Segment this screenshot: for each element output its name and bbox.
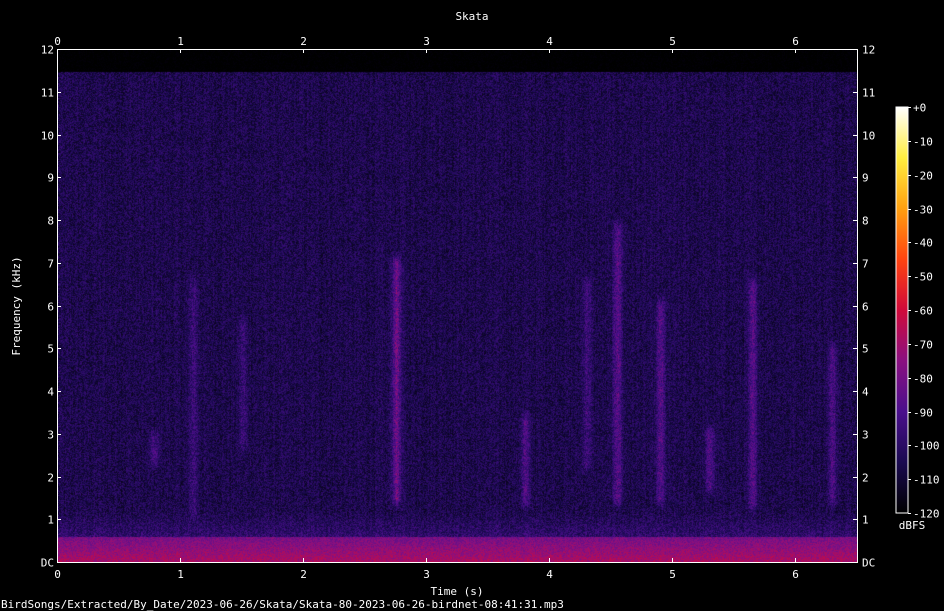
- y-tick-label-right-1: 1: [862, 514, 869, 527]
- y-tick-label-left-3: 3: [47, 429, 54, 442]
- spectrogram-chart: Skata 0123456 0123456 DC123456789101112 …: [1, 10, 940, 611]
- colorbar-tick-label-7: -70: [913, 339, 933, 352]
- footer-filepath: BirdSongs/Extracted/By_Date/2023-06-26/S…: [1, 598, 564, 611]
- y-tick-label-right-6: 6: [862, 301, 869, 314]
- y-tick-label-left-0: DC: [41, 557, 54, 570]
- colorbar-tick-label-5: -50: [913, 271, 933, 284]
- x-tick-label-bottom-5: 5: [669, 568, 676, 581]
- colorbar-tick-label-6: -60: [913, 305, 933, 318]
- x-tick-label-bottom-4: 4: [546, 568, 553, 581]
- y-tick-label-left-12: 12: [41, 44, 54, 57]
- colorbar-tick-label-4: -40: [913, 237, 933, 250]
- y-tick-label-left-2: 2: [47, 472, 54, 485]
- colorbar-ticks: +0-10-20-30-40-50-60-70-80-90-100-110-12…: [908, 102, 940, 521]
- y-tick-label-right-4: 4: [862, 386, 869, 399]
- chart-title: Skata: [455, 10, 488, 23]
- x-axis-label: Time (s): [431, 585, 484, 598]
- x-tick-label-top-3: 3: [423, 35, 430, 48]
- y-tick-label-right-12: 12: [862, 44, 875, 57]
- colorbar-tick-label-3: -30: [913, 204, 933, 217]
- spectrogram-image: [58, 50, 858, 563]
- colorbar: +0-10-20-30-40-50-60-70-80-90-100-110-12…: [895, 102, 940, 532]
- x-tick-label-top-6: 6: [792, 35, 799, 48]
- x-tick-label-bottom-6: 6: [792, 568, 799, 581]
- x-tick-label-bottom-3: 3: [423, 568, 430, 581]
- y-tick-label-right-5: 5: [862, 343, 869, 356]
- y-tick-label-right-7: 7: [862, 258, 869, 271]
- y-tick-label-left-1: 1: [47, 514, 54, 527]
- colorbar-tick-label-8: -80: [913, 373, 933, 386]
- colorbar-tick-label-2: -20: [913, 170, 933, 183]
- y-axis-label: Frequency (kHz): [10, 256, 23, 355]
- x-tick-label-bottom-0: 0: [54, 568, 61, 581]
- colorbar-tick-label-0: +0: [913, 102, 926, 115]
- y-tick-label-right-8: 8: [862, 215, 869, 228]
- y-tick-label-left-10: 10: [41, 130, 54, 143]
- y-tick-label-left-4: 4: [47, 386, 54, 399]
- x-tick-label-top-4: 4: [546, 35, 553, 48]
- colorbar-label: dBFS: [899, 519, 926, 532]
- colorbar-scale: [895, 106, 909, 514]
- y-tick-label-right-9: 9: [862, 172, 869, 185]
- x-tick-label-bottom-1: 1: [177, 568, 184, 581]
- y-tick-label-left-11: 11: [41, 87, 54, 100]
- y-tick-label-left-5: 5: [47, 343, 54, 356]
- x-tick-label-top-2: 2: [300, 35, 307, 48]
- y-tick-label-right-3: 3: [862, 429, 869, 442]
- y-tick-label-right-10: 10: [862, 130, 875, 143]
- y-tick-label-left-8: 8: [47, 215, 54, 228]
- colorbar-tick-label-10: -100: [913, 440, 940, 453]
- y-tick-label-left-9: 9: [47, 172, 54, 185]
- y-tick-label-right-2: 2: [862, 472, 869, 485]
- colorbar-tick-label-11: -110: [913, 474, 940, 487]
- colorbar-tick-label-9: -90: [913, 407, 933, 420]
- x-tick-label-top-1: 1: [177, 35, 184, 48]
- x-tick-label-bottom-2: 2: [300, 568, 307, 581]
- colorbar-tick-label-1: -10: [913, 136, 933, 149]
- spectrogram-plot-area: [57, 49, 858, 563]
- y-tick-label-left-6: 6: [47, 301, 54, 314]
- x-tick-label-top-0: 0: [54, 35, 61, 48]
- y-tick-label-right-11: 11: [862, 87, 875, 100]
- y-tick-label-left-7: 7: [47, 258, 54, 271]
- x-tick-label-top-5: 5: [669, 35, 676, 48]
- y-tick-label-right-0: DC: [862, 557, 875, 570]
